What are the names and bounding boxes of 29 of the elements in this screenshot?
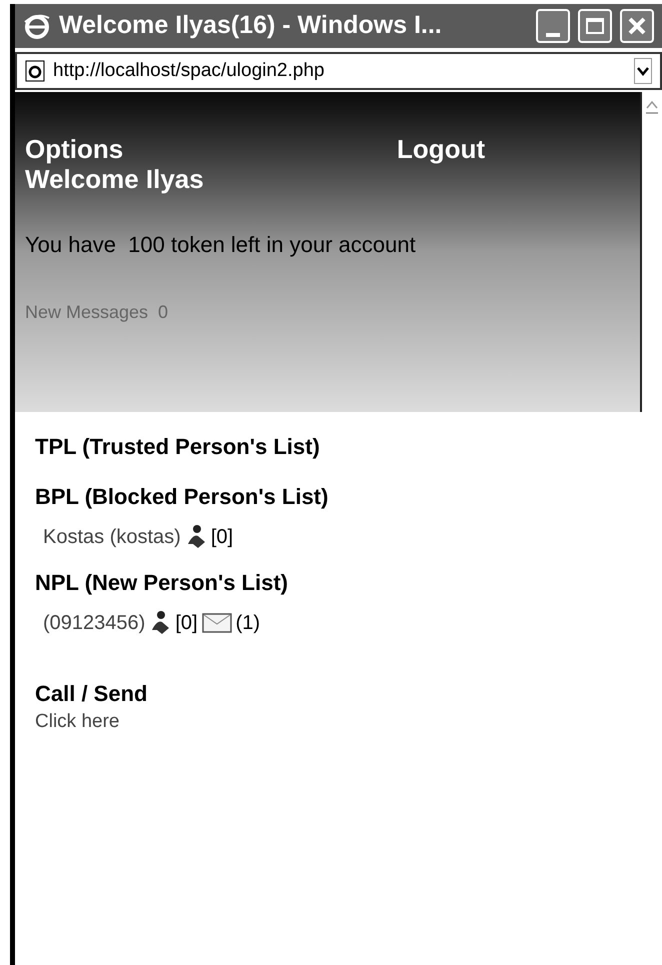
dropdown-button[interactable]: [634, 58, 652, 84]
minimize-button[interactable]: [536, 9, 570, 43]
new-messages-text: New Messages 0: [25, 301, 170, 324]
token-balance-text: You have 100 token left in your account: [25, 231, 417, 259]
message-count: (1): [236, 611, 260, 636]
list-heading[interactable]: TPL (Trusted Person's List): [35, 432, 622, 462]
close-icon: [627, 16, 647, 36]
list-heading[interactable]: NPL (New Person's List): [35, 568, 622, 598]
call-count: [0]: [175, 611, 198, 636]
click-here-link[interactable]: Click here: [35, 708, 622, 736]
welcome-text: Welcome Ilyas: [25, 164, 205, 194]
browser-logo-icon: [23, 12, 51, 40]
options-link[interactable]: Options: [25, 134, 124, 164]
call-send-heading: Call / Send: [35, 680, 148, 708]
url-text: http://localhost/spac/ulogin2.php: [53, 58, 326, 83]
maximize-button[interactable]: [578, 9, 612, 43]
envelope-icon[interactable]: [202, 613, 232, 633]
close-button[interactable]: [620, 9, 654, 43]
caret-icon: [637, 66, 649, 76]
logout-link[interactable]: Logout: [396, 134, 485, 164]
call-count: [0]: [210, 525, 234, 550]
contact-name[interactable]: Kostas (kostas): [43, 522, 181, 552]
address-bar[interactable]: http://localhost/spac/ulogin2.php: [15, 52, 662, 90]
person-icon[interactable]: [149, 610, 172, 636]
page-icon: [25, 60, 45, 82]
list-heading[interactable]: BPL (Blocked Person's List): [35, 482, 622, 512]
scroll-up-icon[interactable]: [646, 100, 658, 114]
contact-name[interactable]: (09123456): [43, 608, 146, 638]
window-title: Welcome Ilyas(16) - Windows I...: [59, 10, 443, 42]
